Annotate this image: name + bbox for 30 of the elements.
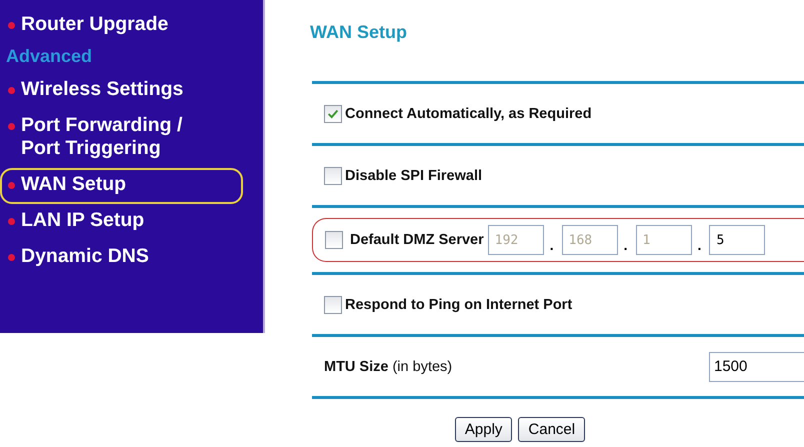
checkbox[interactable] [324,166,342,184]
menu-item[interactable]: Dynamic DNS [0,240,243,276]
bullet-icon [8,22,15,29]
menu-item[interactable]: Wireless Settings [0,73,243,109]
option-label: Respond to Ping on Internet Port [345,296,572,312]
bullet-icon [8,182,15,189]
menu-item[interactable]: LAN IP Setup [0,204,243,240]
mtu-field[interactable]: 1500 [709,352,804,382]
bullet-icon [8,218,15,225]
option-label: Connect Automatically, as Required [345,106,592,122]
menu-item[interactable]: Port Forwarding / Port Triggering [0,109,243,168]
option-label: Disable SPI Firewall [345,168,482,184]
dot-separator: . [550,237,554,253]
bullet-icon [8,254,15,261]
action-button[interactable]: Apply [454,417,512,442]
option-label: Default DMZ Server [350,232,484,248]
bullet-icon [8,123,15,130]
field-label: MTU Size (in bytes) [324,358,454,374]
action-button[interactable]: Cancel [518,417,586,442]
menu-item[interactable]: WAN Setup [0,168,243,204]
page-title: WAN Setup [310,22,408,44]
dot-separator: . [698,237,702,253]
section-heading: Advanced [6,45,94,68]
menu-item[interactable]: Router Upgrade [0,8,243,44]
checkbox[interactable] [324,104,342,122]
checkbox[interactable] [325,231,343,249]
bullet-icon [8,87,15,94]
checkbox[interactable] [324,296,342,314]
ip-field[interactable]: 5 [709,225,766,255]
dot-separator: . [624,237,628,253]
